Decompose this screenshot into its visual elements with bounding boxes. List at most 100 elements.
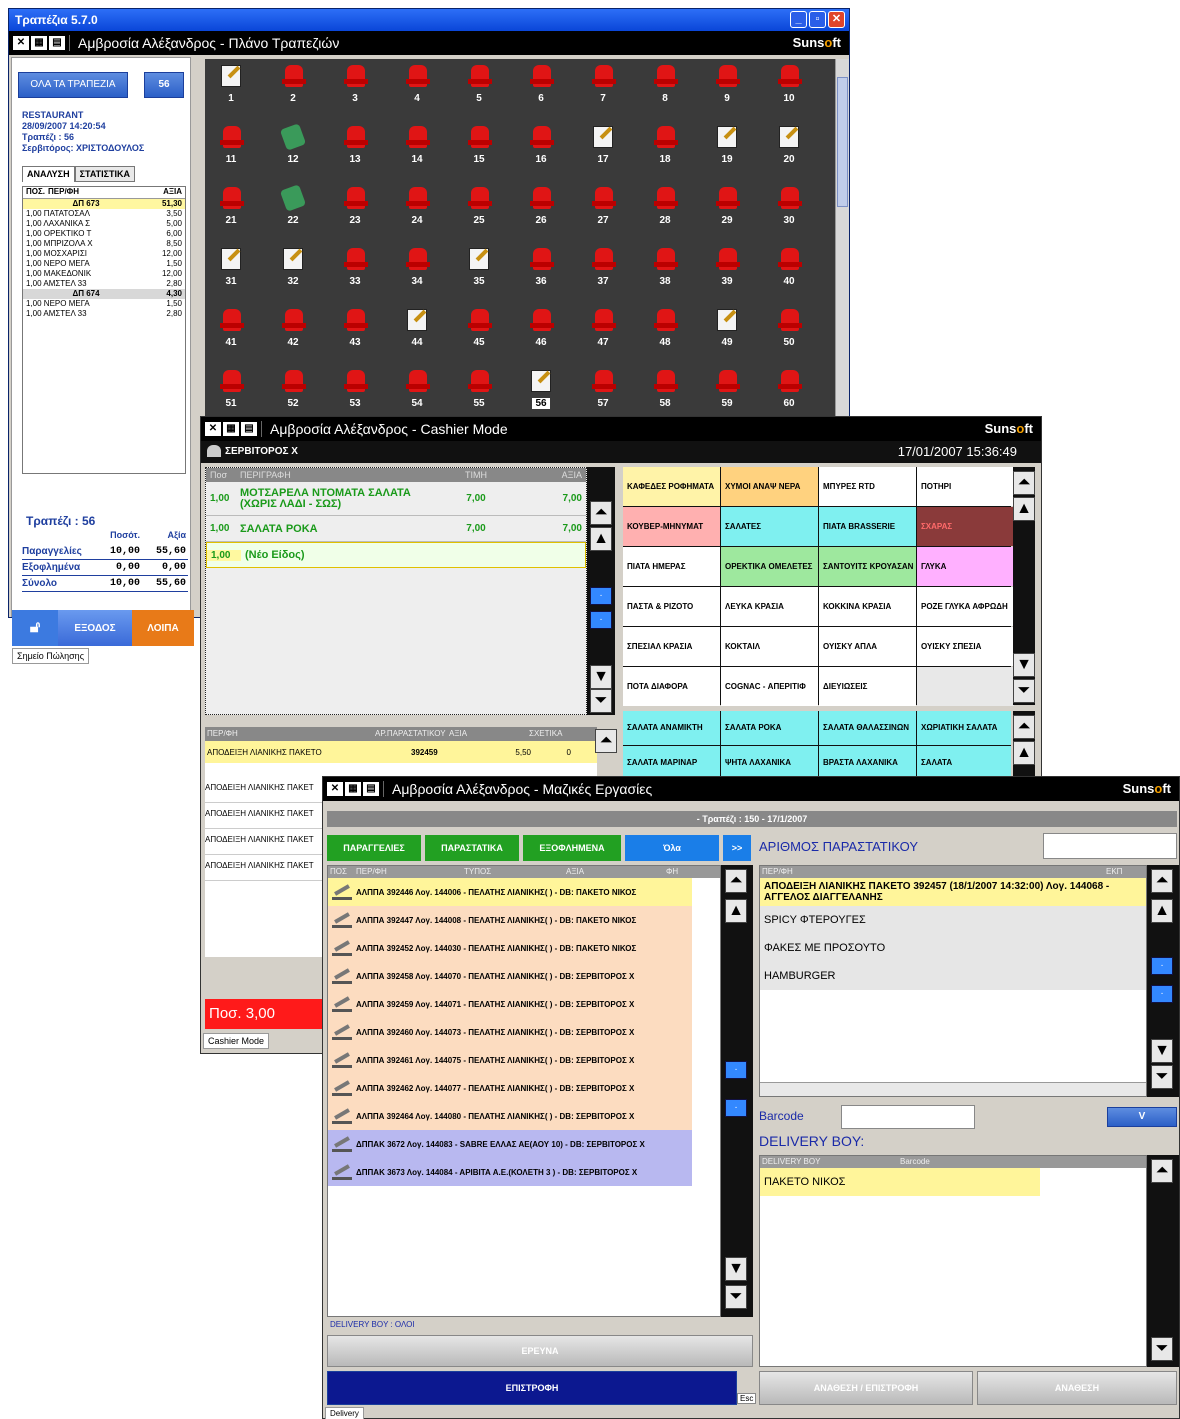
table-35[interactable]: 35	[461, 246, 501, 306]
document-row[interactable]: ΑΠΟΔΕΙΞΗ ΛΙΑΝΙΚΗΣ ΠΑΚΕΤ	[205, 777, 323, 803]
page-down-button[interactable]: ⏷	[1151, 1337, 1173, 1361]
list-item[interactable]: ΔΠΠΑΚ 3672 Λογ. 144083 - SABRE ΕΛΛΑΣ ΑΕ(…	[328, 1130, 692, 1158]
window-icon[interactable]: ▤	[49, 36, 65, 50]
page-down-button[interactable]: ⏷	[1013, 679, 1035, 703]
table-4[interactable]: 4	[399, 63, 439, 123]
close-app-icon[interactable]: ✕	[13, 36, 29, 50]
table-6[interactable]: 6	[523, 63, 563, 123]
list-item[interactable]: ΑΛΠΠΑ 392452 Λογ. 144030 - ΠΕΛΑΤΗΣ ΛΙΑΝΙ…	[328, 934, 692, 962]
table-17[interactable]: 17	[585, 124, 625, 184]
table-7[interactable]: 7	[585, 63, 625, 123]
horizontal-scrollbar[interactable]	[760, 1082, 1146, 1096]
category-button[interactable]: ΠΟΤΗΡΙ	[917, 467, 1014, 506]
table-28[interactable]: 28	[647, 185, 687, 245]
unlock-button[interactable]: 🔓︎	[12, 610, 58, 646]
category-button[interactable]: ΧΥΜΟΙ ΑΝΑΨ ΝΕΡΑ	[721, 467, 818, 506]
v-button[interactable]: V	[1107, 1107, 1177, 1127]
category-button[interactable]: ΠΙΑΤΑ BRASSERIE	[819, 507, 916, 546]
table-2[interactable]: 2	[275, 63, 315, 123]
detail-row[interactable]: 1,00 ΑΜΣΤΕΛ 33 2,80	[23, 309, 185, 319]
table-23[interactable]: 23	[337, 185, 377, 245]
return-button[interactable]: ΕΠΙΣΤΡΟΦΗ	[327, 1371, 737, 1405]
page-down-button[interactable]: ⏷	[1151, 1065, 1173, 1089]
dot-button[interactable]: ·	[590, 587, 612, 605]
docs-up-button[interactable]: ⏶	[595, 729, 617, 753]
category-button[interactable]: ΣΧΑΡΑΣ	[917, 507, 1014, 546]
table-45[interactable]: 45	[461, 307, 501, 367]
detail-row[interactable]: 1,00 ΝΕΡΟ ΜΕΓΑ 1,50	[23, 259, 185, 269]
table-39[interactable]: 39	[709, 246, 749, 306]
table-41[interactable]: 41	[213, 307, 253, 367]
category-button[interactable]: ΚΟΥΒΕΡ-ΜΗΝΥΜΑΤ	[623, 507, 720, 546]
list-item[interactable]: ΑΛΠΠΑ 392459 Λογ. 144071 - ΠΕΛΑΤΗΣ ΛΙΑΝΙ…	[328, 990, 692, 1018]
table-16[interactable]: 16	[523, 124, 563, 184]
detail-row[interactable]: 1,00 ΝΕΡΟ ΜΕΓΑ 1,50	[23, 299, 185, 309]
all-tables-button[interactable]: ΟΛΑ ΤΑ ΤΡΑΠΕΖΙΑ	[18, 72, 128, 98]
assign-return-button[interactable]: ΑΝΑΘΕΣΗ / ΕΠΙΣΤΡΟΦΗ	[759, 1371, 973, 1405]
dot-button[interactable]: ·	[1151, 985, 1173, 1003]
table-11[interactable]: 11	[213, 124, 253, 184]
table-37[interactable]: 37	[585, 246, 625, 306]
page-down-button[interactable]: ⏷	[725, 1285, 747, 1309]
up-button[interactable]: ▲	[725, 899, 747, 923]
category-button[interactable]: ΚΑΦΕΔΕΣ ΡΟΦΗΜΑΤΑ	[623, 467, 720, 506]
detail-row[interactable]: 1,00 ΜΠΡΙΖΟΛΑ Χ 8,50	[23, 239, 185, 249]
category-button[interactable]: ΣΑΝΤΟΥΙΤΣ ΚΡΟΥΑΣΑΝ	[819, 547, 916, 586]
barcode-input[interactable]	[841, 1105, 975, 1129]
table-18[interactable]: 18	[647, 124, 687, 184]
table-47[interactable]: 47	[585, 307, 625, 367]
table-49[interactable]: 49	[709, 307, 749, 367]
table-9[interactable]: 9	[709, 63, 749, 123]
table-1[interactable]: 1	[213, 63, 253, 123]
category-button[interactable]: ΠΑΣΤΑ & ΡΙΖΟΤΟ	[623, 587, 720, 626]
grid-icon[interactable]: ▦	[345, 782, 361, 796]
table-34[interactable]: 34	[399, 246, 439, 306]
category-button[interactable]: ΣΠΕΣΙΑΛ ΚΡΑΣΙΑ	[623, 627, 720, 666]
product-button[interactable]: ΣΑΛΑΤΑ ΡΟΚΑ	[721, 711, 818, 745]
table-43[interactable]: 43	[337, 307, 377, 367]
table-3[interactable]: 3	[337, 63, 377, 123]
table-15[interactable]: 15	[461, 124, 501, 184]
detail-item[interactable]: ΦΑΚΕΣ ΜΕ ΠΡΟΣΟΥΤΟ	[760, 934, 1146, 962]
product-button[interactable]: ΒΡΑΣΤΑ ΛΑΧΑΝΙΚΑ	[819, 746, 916, 777]
table-33[interactable]: 33	[337, 246, 377, 306]
table-8[interactable]: 8	[647, 63, 687, 123]
product-button[interactable]: ΧΩΡΙΑΤΙΚΗ ΣΑΛΑΤΑ	[917, 711, 1011, 745]
tab-statistics[interactable]: ΣΤΑΤΙΣΤΙΚΑ	[74, 166, 135, 182]
page-up-button[interactable]: ⏶	[725, 869, 747, 893]
more-tabs-button[interactable]: >>	[723, 835, 751, 861]
up-button[interactable]: ▲	[1013, 741, 1035, 765]
minimize-button[interactable]: _	[790, 11, 807, 28]
vertical-scrollbar[interactable]	[835, 59, 849, 419]
close-app-icon[interactable]: ✕	[205, 422, 221, 436]
product-button[interactable]: ΣΑΛΑΤΑ ΑΝΑΜΙΚΤΗ	[623, 711, 720, 745]
table-36[interactable]: 36	[523, 246, 563, 306]
page-down-button[interactable]: ⏷	[590, 689, 612, 713]
table-29[interactable]: 29	[709, 185, 749, 245]
table-26[interactable]: 26	[523, 185, 563, 245]
category-button[interactable]: ΓΛΥΚΑ	[917, 547, 1014, 586]
document-row[interactable]: ΑΠΟΔΕΙΞΗ ΛΙΑΝΙΚΗΣ ΠΑΚΕΤ	[205, 829, 323, 855]
table-20[interactable]: 20	[771, 124, 811, 184]
list-item[interactable]: ΑΛΠΠΑ 392464 Λογ. 144080 - ΠΕΛΑΤΗΣ ΛΙΑΝΙ…	[328, 1102, 692, 1130]
document-row[interactable]: ΑΠΟΔΕΙΞΗ ΛΙΑΝΙΚΗΣ ΠΑΚΕΤ	[205, 855, 323, 881]
grid-icon[interactable]: ▦	[31, 36, 47, 50]
category-button[interactable]: ΚΟΚΤΑΙΛ	[721, 627, 818, 666]
table-46[interactable]: 46	[523, 307, 563, 367]
detail-row[interactable]: 1,00 ΛΑΧΑΝΙΚΑ Σ 5,00	[23, 219, 185, 229]
detail-group-row[interactable]: ΔΠ 674 4,30	[23, 289, 185, 299]
doc-number-input[interactable]	[1043, 833, 1177, 859]
table-27[interactable]: 27	[585, 185, 625, 245]
page-up-button[interactable]: ⏶	[1151, 869, 1173, 893]
down-button[interactable]: ▼	[590, 665, 612, 689]
detail-item[interactable]: HAMBURGER	[760, 962, 1146, 990]
table-24[interactable]: 24	[399, 185, 439, 245]
table-48[interactable]: 48	[647, 307, 687, 367]
detail-row[interactable]: 1,00 ΜΑΚΕΔΟΝΙΚ 12,00	[23, 269, 185, 279]
detail-row[interactable]: 1,00 ΟΡΕΚΤΙΚΟ Τ 6,00	[23, 229, 185, 239]
status-tab[interactable]: Cashier Mode	[203, 1033, 270, 1049]
down-button[interactable]: ▼	[725, 1257, 747, 1281]
exit-button[interactable]: ΕΞΟΔΟΣ	[58, 610, 132, 646]
assign-button[interactable]: ΑΝΑΘΕΣΗ	[977, 1371, 1177, 1405]
category-button[interactable]: ΔΙΕΥΙΩΣΕΙΣ	[819, 667, 916, 706]
